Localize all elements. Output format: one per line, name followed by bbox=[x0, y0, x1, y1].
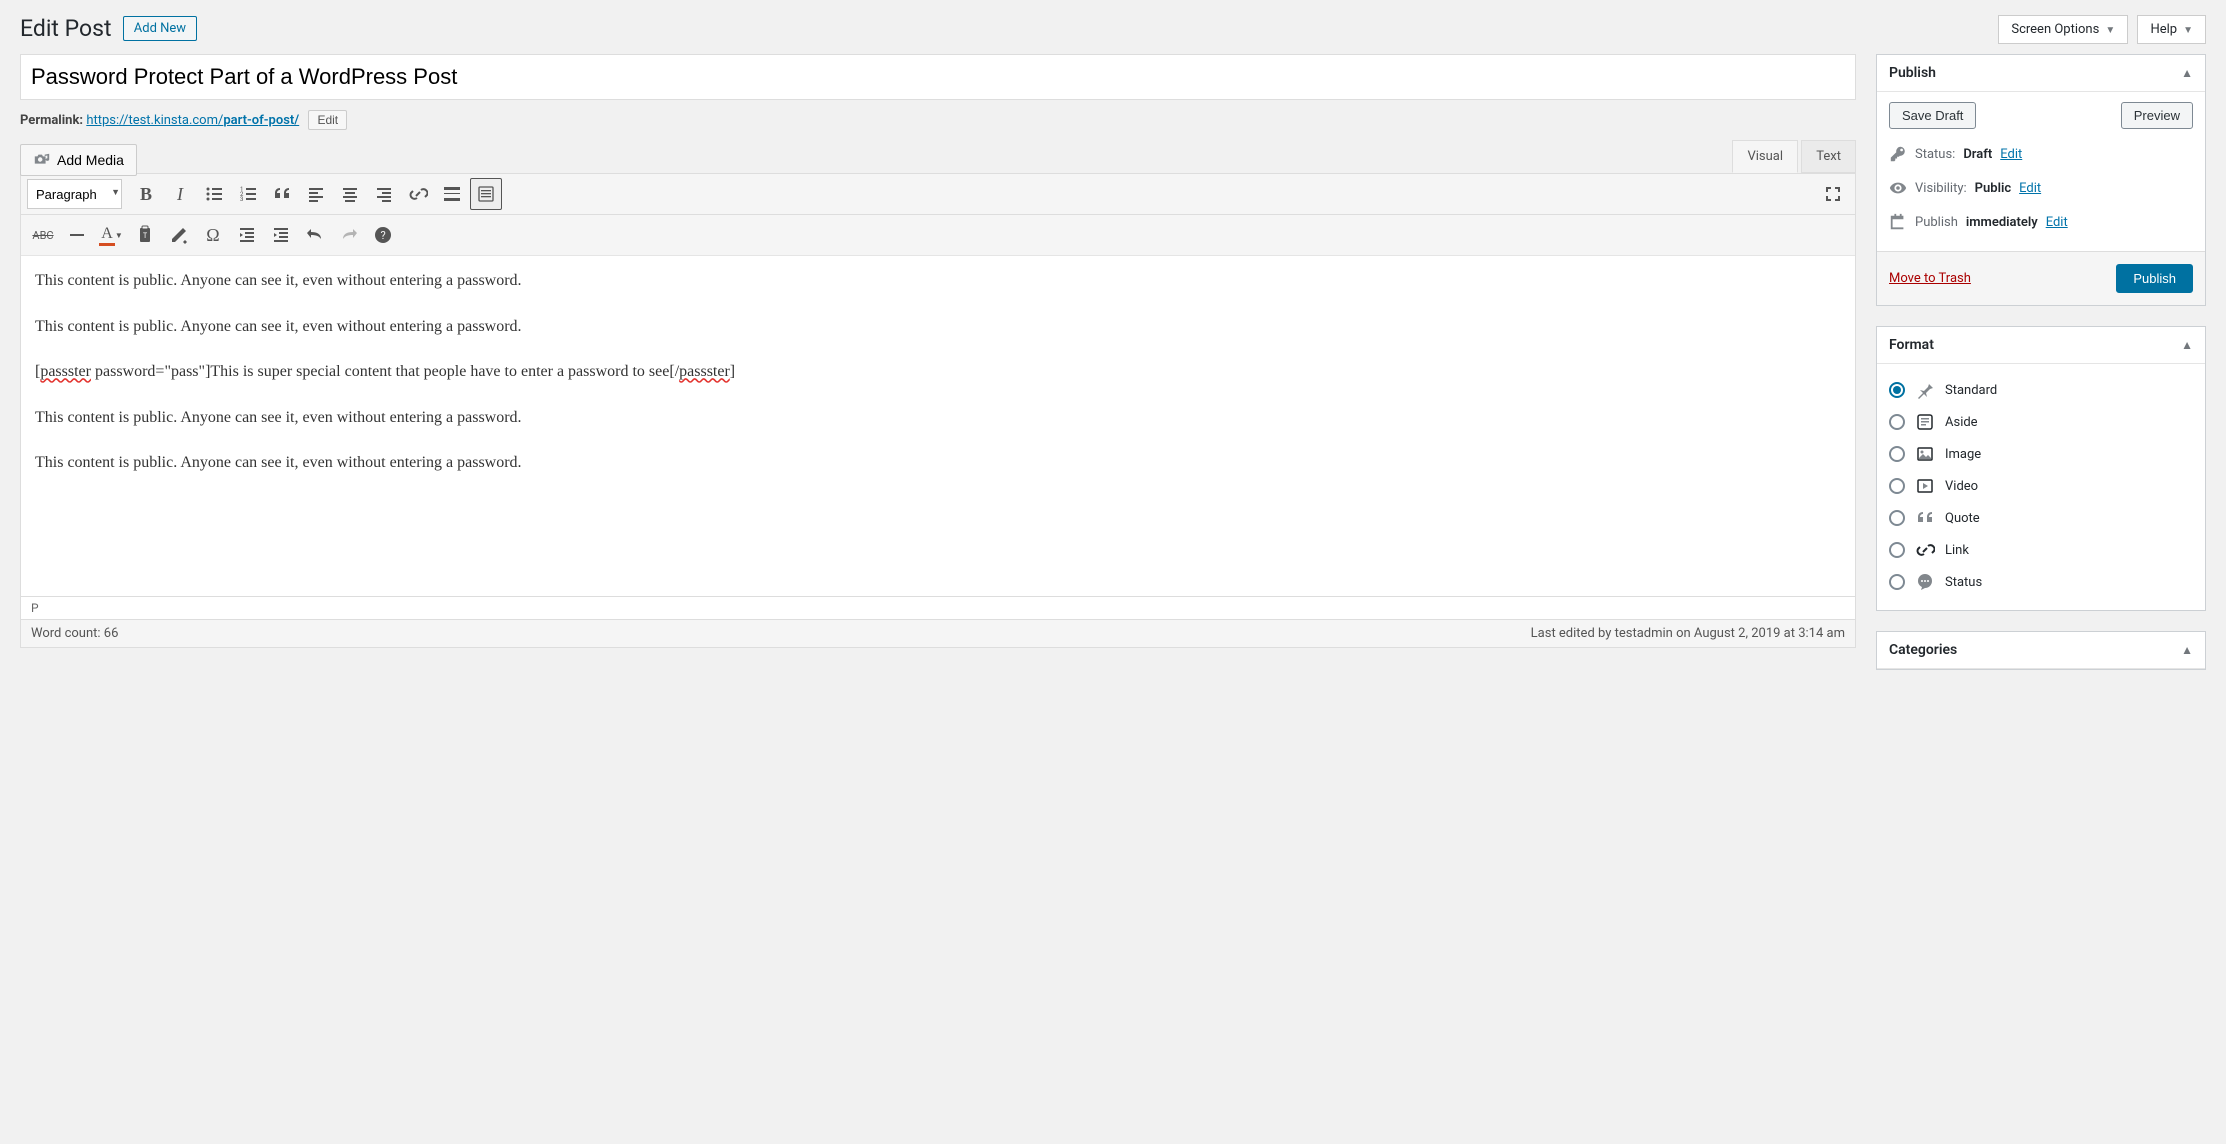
format-image[interactable]: Image bbox=[1889, 438, 2193, 470]
indent-button[interactable] bbox=[265, 219, 297, 251]
link-button[interactable] bbox=[402, 178, 434, 210]
radio-icon bbox=[1889, 510, 1905, 526]
special-char-button[interactable]: Ω bbox=[197, 219, 229, 251]
categories-box: Categories▲ bbox=[1876, 631, 2206, 670]
format-standard[interactable]: Standard bbox=[1889, 374, 2193, 406]
categories-box-toggle[interactable]: Categories▲ bbox=[1877, 632, 2205, 669]
strikethrough-button[interactable]: ABC bbox=[27, 219, 59, 251]
format-video[interactable]: Video bbox=[1889, 470, 2193, 502]
content-p: [passster password="pass"]This is super … bbox=[35, 359, 1841, 385]
content-editor[interactable]: This content is public. Anyone can see i… bbox=[21, 256, 1855, 596]
undo-button[interactable] bbox=[299, 219, 331, 251]
pushpin-icon bbox=[1915, 380, 1935, 400]
format-box-toggle[interactable]: Format▲ bbox=[1877, 327, 2205, 364]
bold-button[interactable]: B bbox=[130, 178, 162, 210]
edit-status-link[interactable]: Edit bbox=[2000, 147, 2022, 162]
format-select[interactable]: Paragraph bbox=[27, 179, 122, 209]
content-p: This content is public. Anyone can see i… bbox=[35, 314, 1841, 340]
content-p: This content is public. Anyone can see i… bbox=[35, 405, 1841, 431]
text-color-button[interactable]: A ▼ bbox=[95, 219, 127, 251]
preview-button[interactable]: Preview bbox=[2121, 102, 2193, 129]
key-icon bbox=[1889, 145, 1907, 163]
screen-options-button[interactable]: Screen Options▼ bbox=[1998, 15, 2128, 44]
camera-music-icon bbox=[33, 151, 51, 169]
status-icon bbox=[1915, 572, 1935, 592]
tab-visual[interactable]: Visual bbox=[1732, 140, 1798, 173]
radio-icon bbox=[1889, 446, 1905, 462]
add-new-button[interactable]: Add New bbox=[123, 16, 197, 41]
edit-visibility-link[interactable]: Edit bbox=[2019, 181, 2041, 196]
blockquote-button[interactable] bbox=[266, 178, 298, 210]
radio-icon bbox=[1889, 574, 1905, 590]
link-format-icon bbox=[1915, 540, 1935, 560]
publish-box: Publish▲ Save Draft Preview Status: Draf… bbox=[1876, 54, 2206, 306]
fullscreen-button[interactable] bbox=[1817, 178, 1849, 210]
save-draft-button[interactable]: Save Draft bbox=[1889, 102, 1976, 129]
paste-text-button[interactable]: T bbox=[129, 219, 161, 251]
radio-icon bbox=[1889, 382, 1905, 398]
word-count: Word count: 66 bbox=[31, 626, 118, 641]
edit-permalink-button[interactable]: Edit bbox=[308, 110, 347, 130]
format-quote[interactable]: Quote bbox=[1889, 502, 2193, 534]
publish-button[interactable]: Publish bbox=[2116, 264, 2193, 293]
content-p: This content is public. Anyone can see i… bbox=[35, 450, 1841, 476]
format-status[interactable]: Status bbox=[1889, 566, 2193, 598]
radio-icon bbox=[1889, 414, 1905, 430]
toolbar-toggle-button[interactable] bbox=[470, 178, 502, 210]
read-more-button[interactable] bbox=[436, 178, 468, 210]
aside-icon bbox=[1915, 412, 1935, 432]
radio-icon bbox=[1889, 542, 1905, 558]
calendar-icon bbox=[1889, 213, 1907, 231]
post-title-input[interactable] bbox=[20, 54, 1856, 100]
align-center-button[interactable] bbox=[334, 178, 366, 210]
move-to-trash-link[interactable]: Move to Trash bbox=[1889, 271, 1971, 286]
tab-text[interactable]: Text bbox=[1801, 140, 1856, 173]
clear-format-button[interactable] bbox=[163, 219, 195, 251]
numbered-list-button[interactable]: 123 bbox=[232, 178, 264, 210]
last-edited: Last edited by testadmin on August 2, 20… bbox=[1531, 626, 1845, 641]
radio-icon bbox=[1889, 478, 1905, 494]
element-path[interactable]: P bbox=[21, 596, 1855, 619]
publish-box-toggle[interactable]: Publish▲ bbox=[1877, 55, 2205, 92]
outdent-button[interactable] bbox=[231, 219, 263, 251]
permalink-url[interactable]: https://test.kinsta.com/part-of-post/ bbox=[86, 113, 299, 128]
quote-icon bbox=[1915, 508, 1935, 528]
align-right-button[interactable] bbox=[368, 178, 400, 210]
video-icon bbox=[1915, 476, 1935, 496]
svg-text:?: ? bbox=[381, 229, 386, 242]
format-box: Format▲ Standard Aside bbox=[1876, 326, 2206, 611]
hr-button[interactable] bbox=[61, 219, 93, 251]
align-left-button[interactable] bbox=[300, 178, 332, 210]
page-title: Edit Post bbox=[20, 15, 112, 42]
keyboard-help-button[interactable]: ? bbox=[367, 219, 399, 251]
permalink-label: Permalink: bbox=[20, 113, 83, 128]
eye-icon bbox=[1889, 179, 1907, 197]
bullet-list-button[interactable] bbox=[198, 178, 230, 210]
format-link[interactable]: Link bbox=[1889, 534, 2193, 566]
svg-text:3: 3 bbox=[240, 196, 243, 203]
format-aside[interactable]: Aside bbox=[1889, 406, 2193, 438]
content-p: This content is public. Anyone can see i… bbox=[35, 268, 1841, 294]
redo-button[interactable] bbox=[333, 219, 365, 251]
add-media-button[interactable]: Add Media bbox=[20, 144, 137, 176]
edit-schedule-link[interactable]: Edit bbox=[2046, 215, 2068, 230]
image-icon bbox=[1915, 444, 1935, 464]
help-button[interactable]: Help▼ bbox=[2137, 15, 2206, 44]
italic-button[interactable]: I bbox=[164, 178, 196, 210]
